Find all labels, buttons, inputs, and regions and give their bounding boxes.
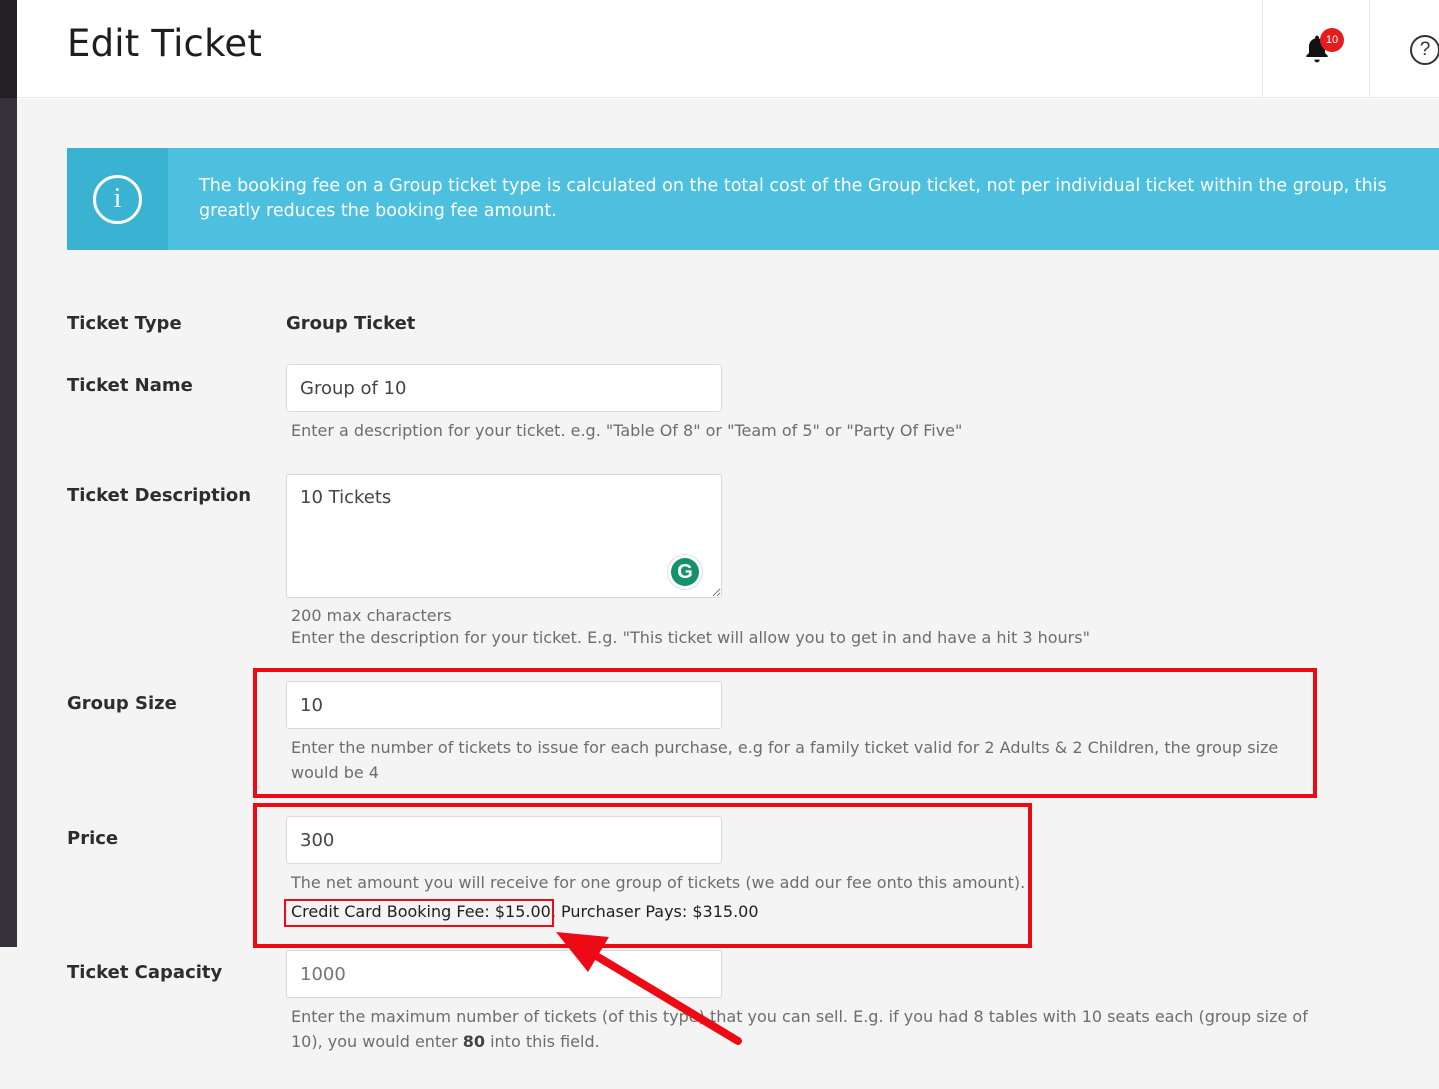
ticket-capacity-help: Enter the maximum number of tickets (of … <box>291 1007 1308 1051</box>
ticket-name-help: Enter a description for your ticket. e.g… <box>291 421 963 440</box>
grammarly-icon: G <box>671 558 699 586</box>
ticket-capacity-label: Ticket Capacity <box>67 962 223 983</box>
ticket-type-value: Group Ticket <box>286 313 416 334</box>
price-label: Price <box>67 828 119 849</box>
alert-message: The booking fee on a Group ticket type i… <box>199 176 1387 221</box>
sidebar-top <box>0 0 17 98</box>
page-header: Edit Ticket 10 ? <box>17 0 1439 98</box>
help-button[interactable]: ? <box>1369 0 1439 98</box>
notifications-button[interactable]: 10 <box>1262 0 1369 98</box>
question-mark-icon: ? <box>1410 35 1439 65</box>
page-title: Edit Ticket <box>67 22 263 65</box>
group-size-annotation-box <box>253 668 1317 798</box>
alert-icon-box: i <box>67 148 168 250</box>
app-sidebar-edge <box>0 0 17 947</box>
info-icon: i <box>93 175 142 224</box>
ticket-name-label: Ticket Name <box>67 375 193 396</box>
info-alert: i The booking fee on a Group ticket type… <box>67 148 1439 250</box>
ticket-description-help: Enter the description for your ticket. E… <box>291 628 1090 647</box>
grammarly-button[interactable]: G <box>667 554 703 590</box>
notification-count-badge: 10 <box>1320 28 1344 52</box>
ticket-name-input[interactable] <box>286 364 722 412</box>
ticket-description-textarea[interactable]: 10 Tickets <box>286 474 722 598</box>
group-size-label: Group Size <box>67 693 177 714</box>
price-annotation-box <box>253 803 1032 948</box>
ticket-type-label: Ticket Type <box>67 313 182 334</box>
ticket-description-label: Ticket Description <box>67 485 252 506</box>
ticket-capacity-input[interactable] <box>286 950 722 998</box>
